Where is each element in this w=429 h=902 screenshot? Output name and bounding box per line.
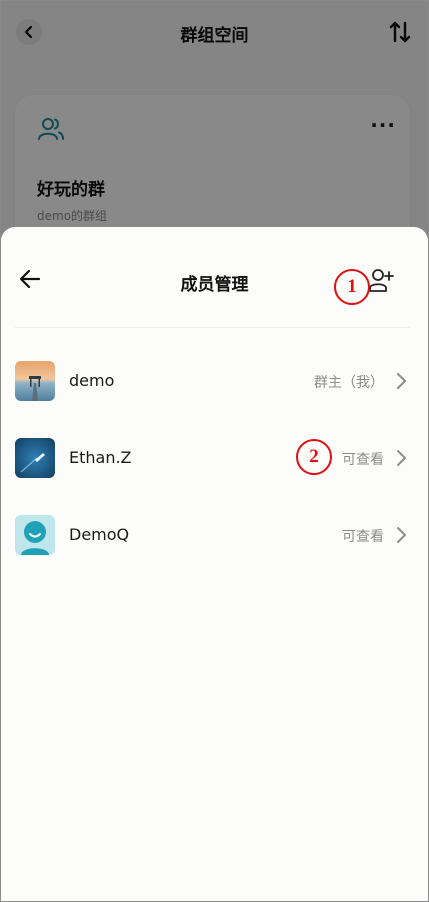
chevron-right-icon bbox=[397, 527, 406, 543]
member-role: 可查看 bbox=[342, 529, 384, 545]
member-row-demoq[interactable]: DemoQ 可查看 bbox=[1, 505, 428, 565]
member-name: demo bbox=[69, 371, 115, 390]
add-member-icon[interactable] bbox=[368, 267, 394, 293]
annotation-marker-1: 1 bbox=[334, 269, 370, 305]
avatar bbox=[15, 515, 55, 555]
member-name: DemoQ bbox=[69, 525, 130, 544]
sunset-pier-avatar-image bbox=[15, 361, 55, 401]
app-screen: 群组空间 ··· 好玩的群 demo的群组 成员管理 demo 群主（我） Et… bbox=[0, 0, 429, 902]
member-role: 可查看 bbox=[342, 452, 384, 468]
member-row-ethan[interactable]: Ethan.Z 可查看 bbox=[1, 428, 428, 488]
member-name: Ethan.Z bbox=[69, 448, 132, 467]
annotation-marker-2: 2 bbox=[296, 439, 332, 475]
member-role: 群主（我） bbox=[314, 375, 384, 391]
member-row-demo[interactable]: demo 群主（我） bbox=[1, 351, 428, 411]
chevron-right-icon bbox=[397, 450, 406, 466]
default-user-avatar-image bbox=[15, 515, 55, 555]
member-management-sheet: 成员管理 demo 群主（我） Ethan.Z 可查看 DemoQ 可查看 bbox=[1, 227, 428, 901]
divider bbox=[15, 327, 410, 328]
avatar bbox=[15, 438, 55, 478]
avatar bbox=[15, 361, 55, 401]
chevron-right-icon bbox=[397, 373, 406, 389]
boat-ocean-avatar-image bbox=[15, 438, 55, 478]
